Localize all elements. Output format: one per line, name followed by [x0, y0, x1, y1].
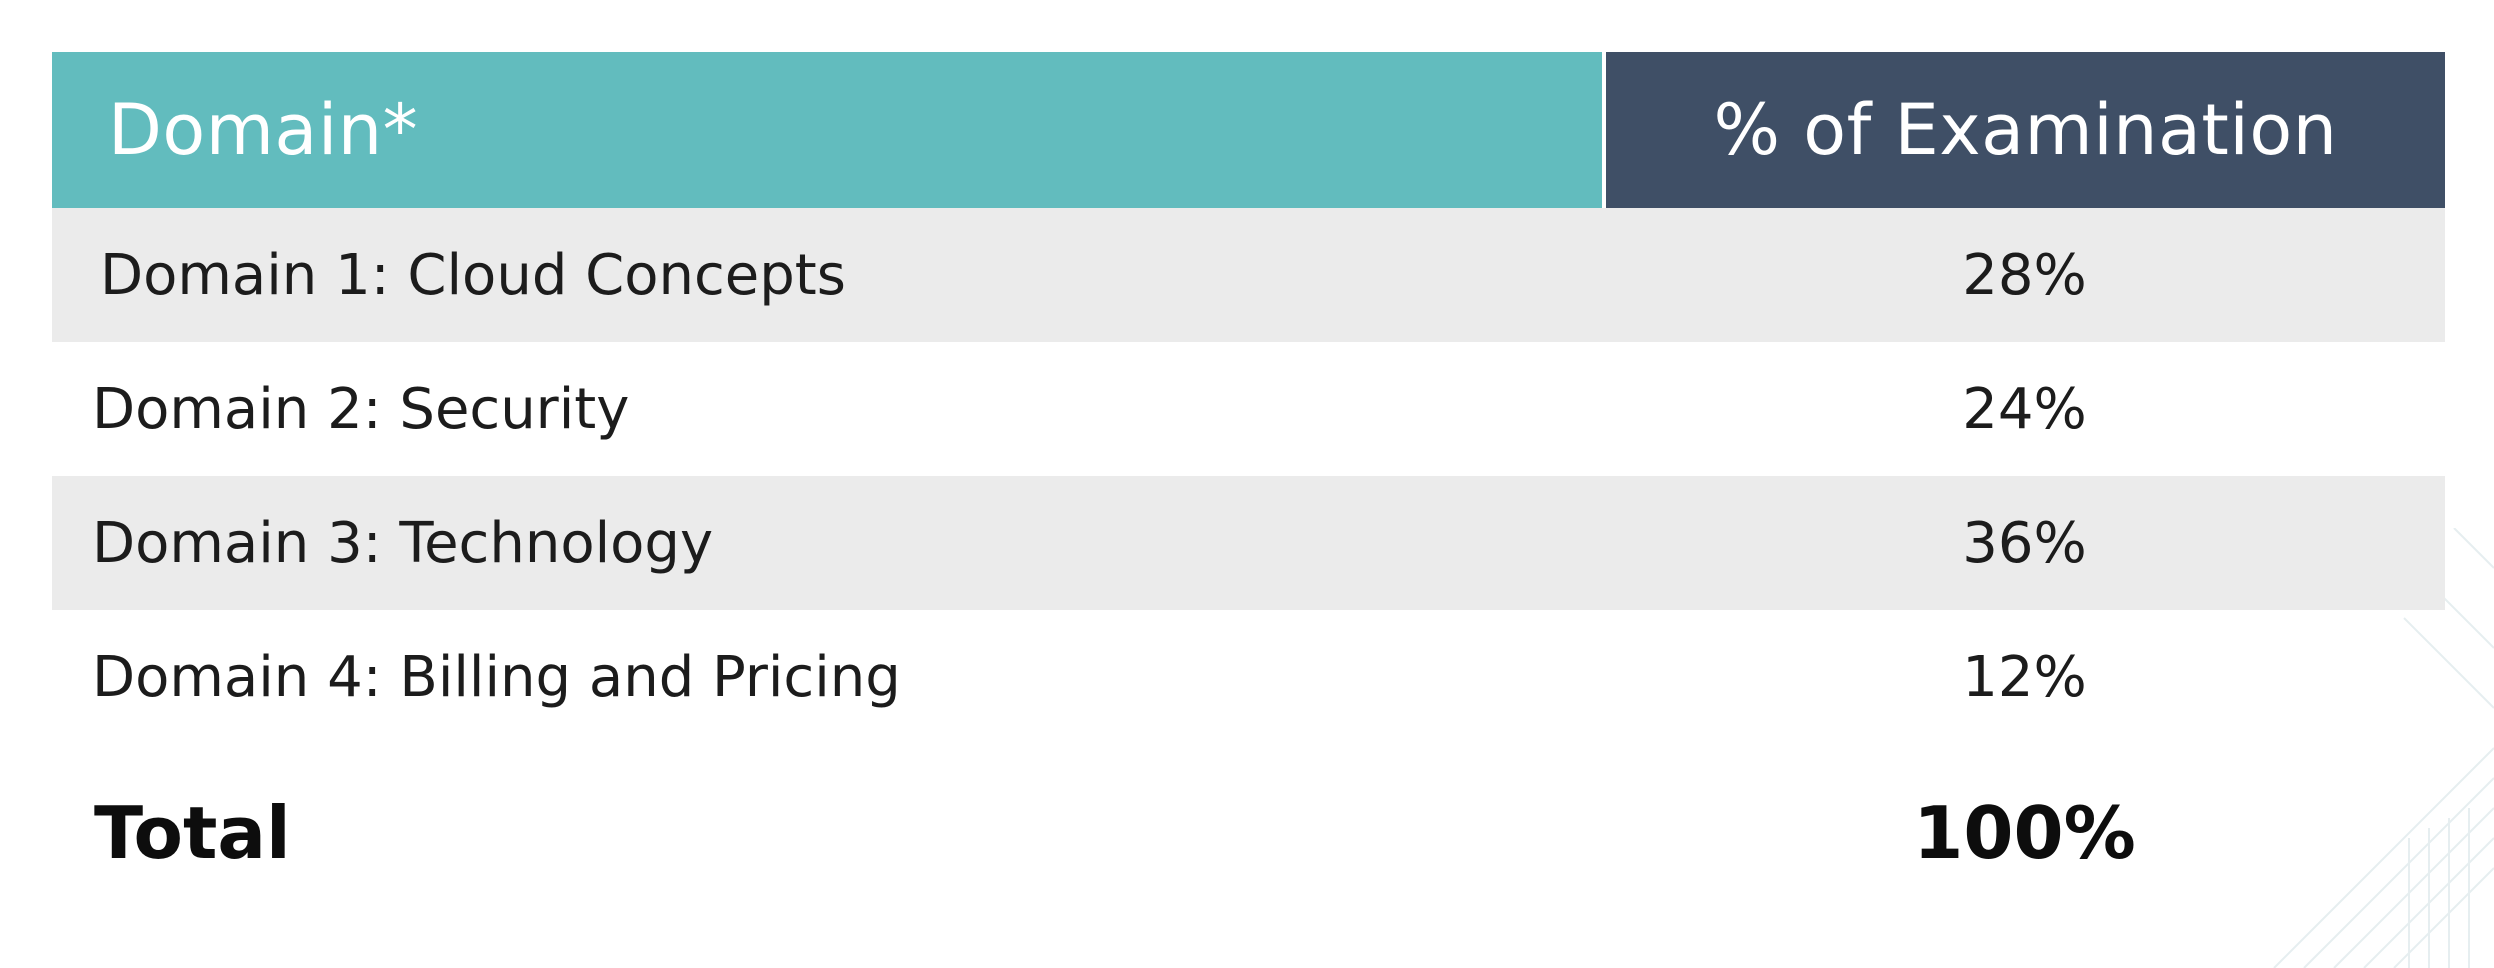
row-domain-percent: 12%: [1962, 644, 2087, 710]
row-domain-name: Domain 2: Security: [92, 376, 630, 442]
table-total-row: Total 100%: [52, 744, 2445, 922]
total-label: Total: [94, 791, 291, 875]
table-header-row: Domain* % of Examination: [52, 52, 2445, 208]
slide: Domain* % of Examination Domain 1: Cloud…: [0, 0, 2494, 968]
table-row: Domain 1: Cloud Concepts 28%: [52, 208, 2445, 342]
row-domain-percent: 28%: [1604, 208, 2445, 342]
header-percent-of-examination: % of Examination: [1604, 52, 2445, 208]
header-domain: Domain*: [52, 52, 1606, 208]
total-percent: 100%: [1913, 791, 2136, 875]
row-domain-name: Domain 3: Technology: [52, 476, 1604, 610]
table-row: Domain 2: Security 24%: [52, 342, 2445, 476]
row-domain-name: Domain 1: Cloud Concepts: [52, 208, 1604, 342]
row-domain-percent: 24%: [1962, 376, 2087, 442]
table-row: Domain 3: Technology 36%: [52, 476, 2445, 610]
table-row: Domain 4: Billing and Pricing 12%: [52, 610, 2445, 744]
row-domain-name: Domain 4: Billing and Pricing: [92, 644, 901, 710]
exam-domain-table: Domain* % of Examination Domain 1: Cloud…: [52, 52, 2445, 922]
row-domain-percent: 36%: [1604, 476, 2445, 610]
